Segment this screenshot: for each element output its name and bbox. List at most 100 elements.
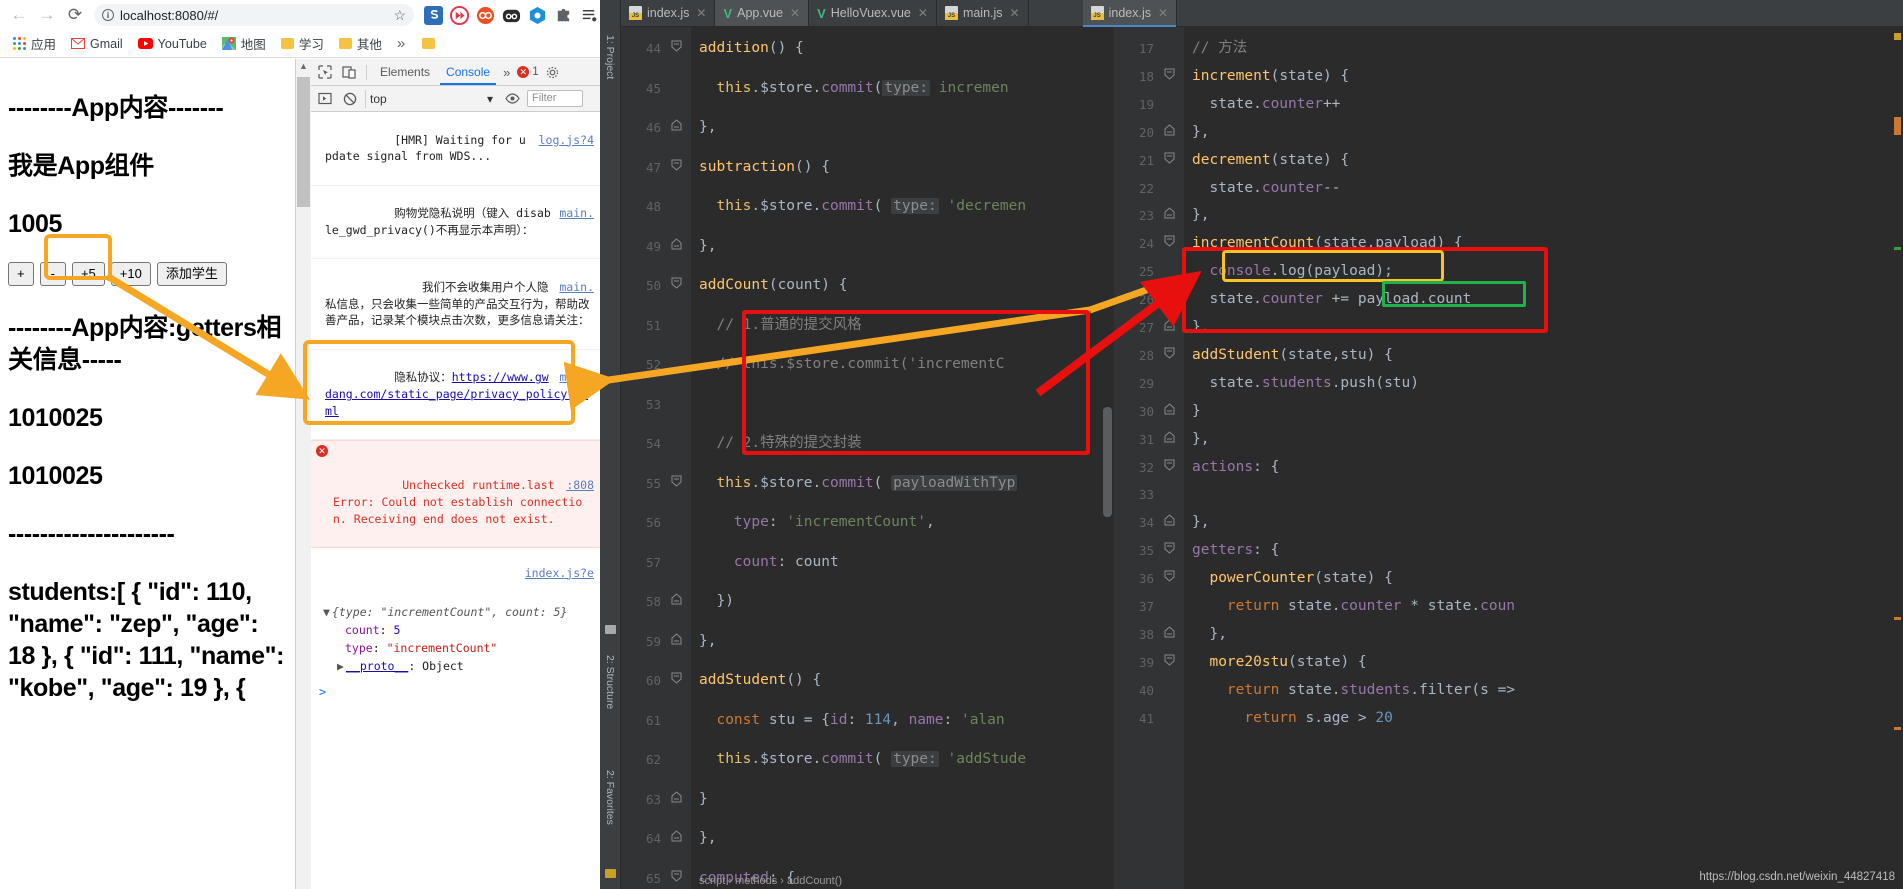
devtools-tabs-overflow[interactable]: » xyxy=(500,65,513,80)
editor-tab-index-js-right[interactable]: index.js ✕ xyxy=(1082,0,1178,27)
code-fold-icon[interactable] xyxy=(671,632,682,644)
bookmark-gmail[interactable]: Gmail xyxy=(65,35,129,53)
code-fold-icon[interactable] xyxy=(1164,68,1175,80)
code-content[interactable]: // 方法 increment(state) { state.counter++}… xyxy=(1184,27,1903,889)
code-fold-icon[interactable] xyxy=(1164,124,1175,136)
bookmark-star-icon[interactable]: ☆ xyxy=(393,7,406,24)
execute-snippet-icon[interactable] xyxy=(315,90,335,108)
puzzle-extension-icon[interactable] xyxy=(554,6,573,25)
code-fold-icon[interactable] xyxy=(1164,514,1175,526)
add-ten-button[interactable]: +10 xyxy=(110,262,151,286)
panda-extension-icon[interactable] xyxy=(502,6,521,25)
editor-pane-app-vue[interactable]: 44 45 46 47 48 49 50 51 52 53 54 55 56 57 58 59 60 61 62 63… xyxy=(621,27,1114,889)
error-count-badge[interactable]: ✕ 1 xyxy=(517,66,539,78)
warning-stripe-marker[interactable] xyxy=(1894,33,1901,40)
console-prompt[interactable]: > xyxy=(311,681,600,699)
editor-tab-index-js[interactable]: index.js ✕ xyxy=(621,0,716,26)
object-summary-row[interactable]: ▼ {type: "incrementCount", count: 5} xyxy=(323,604,594,622)
code-fold-icon[interactable] xyxy=(671,870,682,882)
folder-icon[interactable] xyxy=(422,38,436,49)
code-fold-icon[interactable] xyxy=(1164,235,1175,247)
decrement-button[interactable]: - xyxy=(39,262,66,286)
close-icon[interactable]: ✕ xyxy=(790,6,800,20)
inspect-element-icon[interactable] xyxy=(315,63,335,81)
increment-button[interactable]: + xyxy=(8,262,34,286)
console-source-link[interactable]: main. xyxy=(559,279,594,296)
clear-console-icon[interactable] xyxy=(340,90,360,108)
tool-window-structure[interactable]: 2: Structure xyxy=(604,655,616,709)
editor-vertical-scrollbar[interactable] xyxy=(1103,407,1112,517)
code-fold-icon[interactable] xyxy=(671,159,682,171)
device-toolbar-icon[interactable] xyxy=(339,63,359,81)
bookmark-youtube[interactable]: YouTube xyxy=(132,35,213,53)
tab-elements[interactable]: Elements xyxy=(374,60,436,85)
eye-icon[interactable] xyxy=(502,90,522,108)
console-source-link[interactable]: :808 xyxy=(566,477,594,494)
console-source-link[interactable]: main. xyxy=(559,205,594,222)
add-five-button[interactable]: +5 xyxy=(71,262,105,286)
scroll-up-arrow-icon[interactable]: ▲ xyxy=(299,61,308,71)
scrollbar-thumb[interactable] xyxy=(297,77,310,207)
code-fold-icon[interactable] xyxy=(1164,403,1175,415)
warn-stripe-marker-2[interactable] xyxy=(1894,617,1901,620)
close-icon[interactable]: ✕ xyxy=(1010,6,1020,20)
reload-button[interactable]: ⟳ xyxy=(62,2,88,28)
tab-console[interactable]: Console xyxy=(440,60,496,85)
bookmark-apps[interactable]: 应用 xyxy=(7,32,62,55)
editor-tab-app-vue[interactable]: V App.vue ✕ xyxy=(715,0,810,26)
code-fold-icon[interactable] xyxy=(671,830,682,842)
code-fold-icon[interactable] xyxy=(1164,152,1175,164)
code-fold-icon[interactable] xyxy=(671,790,682,802)
close-icon[interactable]: ✕ xyxy=(696,6,706,20)
code-fold-icon[interactable] xyxy=(671,119,682,131)
tool-window-project[interactable]: 1: Project xyxy=(604,35,616,79)
back-button[interactable]: ← xyxy=(6,2,32,28)
warn-stripe-marker-3[interactable] xyxy=(1894,727,1901,730)
page-scrollbar[interactable]: ▲ xyxy=(296,59,311,889)
console-source-link[interactable]: main. xyxy=(559,369,594,386)
s-extension-icon[interactable] xyxy=(424,5,443,25)
code-fold-icon[interactable] xyxy=(671,672,682,684)
list-menu-icon[interactable] xyxy=(580,6,599,25)
code-fold-icon[interactable] xyxy=(671,475,682,487)
tool-window-favorites[interactable]: 2: Favorites xyxy=(604,770,616,825)
bookmark-folder-study[interactable]: 学习 xyxy=(275,32,330,55)
code-fold-icon[interactable] xyxy=(1164,654,1175,666)
code-fold-icon[interactable] xyxy=(1164,319,1175,331)
bookmarks-strip-icon[interactable] xyxy=(605,625,616,634)
code-content[interactable]: addition() { this.$store.commit(type: in… xyxy=(691,27,1114,889)
collapse-triangle-icon[interactable]: ▶ xyxy=(337,658,346,676)
editor-pane-index-js[interactable]: 17 18 19 20 21 22 23 24 25 26 27 28 29 30 31 32 33 34 35 36… xyxy=(1114,27,1903,889)
code-fold-icon[interactable] xyxy=(1164,626,1175,638)
page-info-icon[interactable]: i xyxy=(102,9,114,21)
address-bar[interactable]: i localhost:8080/#/ ☆ xyxy=(94,4,414,26)
object-proto-row[interactable]: ▶ __proto__: Object xyxy=(323,658,594,676)
error-stripe-marker[interactable] xyxy=(1894,117,1901,135)
console-output[interactable]: log.js?4 [HMR] Waiting for update signal … xyxy=(311,112,600,889)
context-selector[interactable]: top ▾ xyxy=(365,89,497,108)
add-student-button[interactable]: 添加学生 xyxy=(156,262,227,286)
code-fold-icon[interactable] xyxy=(1164,207,1175,219)
code-fold-icon[interactable] xyxy=(1164,430,1175,443)
bookmark-folder-other[interactable]: 其他 xyxy=(333,32,388,55)
code-fold-icon[interactable] xyxy=(671,40,682,52)
privacy-policy-link[interactable]: https://www.gwdang.com/static_page/priva… xyxy=(325,370,588,417)
favorites-star-icon[interactable] xyxy=(605,869,616,878)
code-fold-icon[interactable] xyxy=(1164,347,1175,359)
code-fold-icon[interactable] xyxy=(1164,459,1175,471)
editor-tab-main-js[interactable]: main.js ✕ xyxy=(937,0,1029,26)
infinity-extension-icon[interactable] xyxy=(476,6,495,25)
close-icon[interactable]: ✕ xyxy=(1158,6,1168,20)
expand-triangle-icon[interactable]: ▼ xyxy=(323,604,332,622)
vcs-stripe-marker[interactable] xyxy=(1894,247,1901,250)
forward-button[interactable]: → xyxy=(34,2,60,28)
blue-hex-extension-icon[interactable] xyxy=(528,6,547,25)
editor-tab-hellovuex-vue[interactable]: V HelloVuex.vue ✕ xyxy=(809,0,937,26)
fast-forward-extension-icon[interactable] xyxy=(450,5,469,25)
filter-input[interactable]: Filter xyxy=(527,90,583,107)
bookmark-maps[interactable]: 地图 xyxy=(216,32,272,55)
console-source-link[interactable]: index.js?e xyxy=(525,565,594,582)
code-fold-icon[interactable] xyxy=(1164,542,1175,554)
code-fold-icon[interactable] xyxy=(671,277,682,289)
code-fold-icon[interactable] xyxy=(1164,570,1175,582)
